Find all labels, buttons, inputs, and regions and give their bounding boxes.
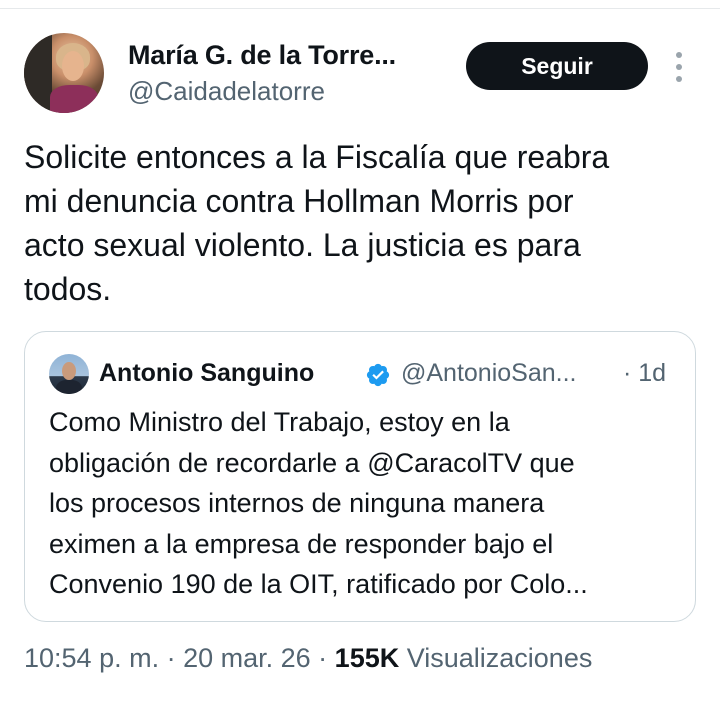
quoted-line: eximen a la empresa de responder bajo el	[49, 528, 554, 559]
top-divider	[0, 8, 720, 9]
more-vertical-icon[interactable]	[672, 52, 686, 82]
follow-button[interactable]: Seguir	[466, 42, 648, 90]
tweet-line: Solicite entonces a la Fiscalía que reab…	[24, 139, 610, 175]
tweet-line: todos.	[24, 271, 112, 307]
quoted-author-handle: @AntonioSan...	[401, 359, 577, 387]
quoted-line: Como Ministro del Trabajo, estoy en la	[49, 407, 510, 437]
separator: ·	[159, 643, 184, 673]
quoted-tweet-card[interactable]: Antonio Sanguino @AntonioSan... · 1d Com…	[24, 331, 696, 622]
author-handle[interactable]: @Caidadelatorre	[128, 76, 325, 107]
views-count: 155K	[334, 643, 400, 673]
quoted-author-name: Antonio Sanguino	[99, 359, 315, 387]
author-name[interactable]: María G. de la Torre...	[128, 40, 396, 71]
tweet-time[interactable]: 10:54 p. m.	[24, 643, 159, 673]
verified-badge-icon	[366, 363, 390, 387]
views-label: Visualizaciones	[399, 643, 593, 673]
quoted-line: Convenio 190 de la OIT, ratificado por C…	[49, 569, 588, 599]
quoted-line: los procesos internos de ninguna manera	[49, 488, 545, 518]
tweet-line: mi denuncia contra Hollman Morris por	[24, 183, 574, 219]
quoted-line: obligación de recordarle a @CaracolTV qu…	[49, 447, 575, 478]
author-avatar[interactable]	[24, 33, 104, 113]
tweet-text: Solicite entonces a la Fiscalía que reab…	[24, 135, 704, 311]
separator: ·	[310, 643, 335, 673]
quoted-author-avatar	[49, 354, 89, 394]
tweet-metadata: 10:54 p. m. · 20 mar. 26 · 155K Visualiz…	[24, 643, 592, 674]
tweet-date[interactable]: 20 mar. 26	[183, 643, 311, 673]
quoted-timestamp: · 1d	[623, 359, 667, 387]
quoted-tweet-text: Como Ministro del Trabajo, estoy en la o…	[49, 402, 685, 605]
tweet-line: acto sexual violento. La justicia es par…	[24, 227, 581, 263]
